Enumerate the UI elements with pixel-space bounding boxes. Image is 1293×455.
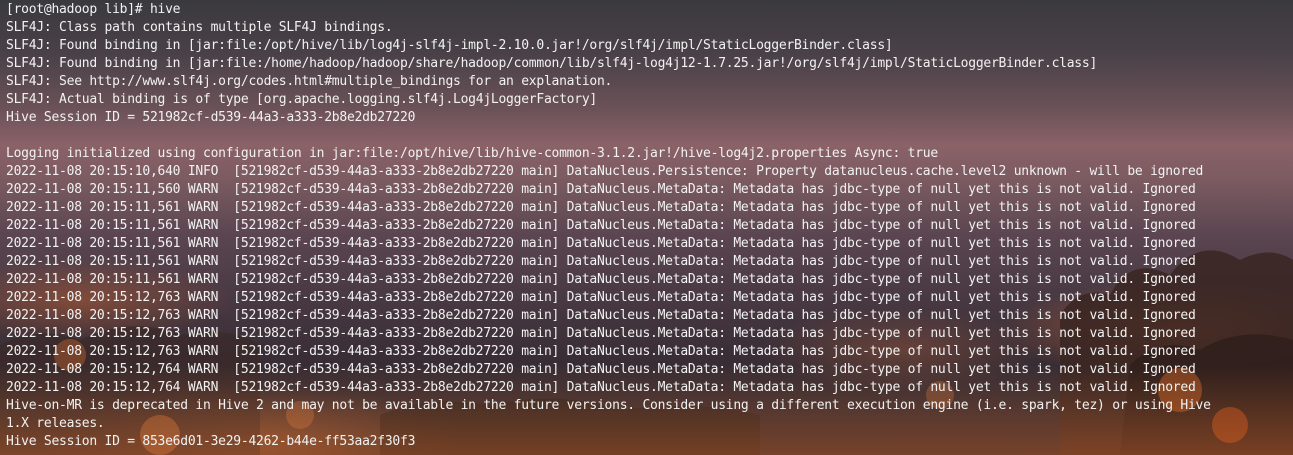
log-line-warn: 2022-11-08 20:15:11,560 WARN [521982cf-d… [6, 182, 1196, 197]
log-line-warn: 2022-11-08 20:15:12,763 WARN [521982cf-d… [6, 344, 1196, 359]
terminal-window[interactable]: [root@hadoop lib]# hive SLF4J: Class path… [0, 0, 1293, 455]
log-line-warn: 2022-11-08 20:15:11,561 WARN [521982cf-d… [6, 236, 1196, 251]
log-line-warn: 2022-11-08 20:15:11,561 WARN [521982cf-d… [6, 254, 1196, 269]
log-line-info: 2022-11-08 20:15:10,640 INFO [521982cf-d… [6, 164, 1204, 179]
terminal-line: SLF4J: Class path contains multiple SLF4… [6, 20, 393, 35]
terminal-line: Logging initialized using configuration … [6, 146, 938, 161]
terminal-line: Hive Session ID = 521982cf-d539-44a3-a33… [6, 110, 416, 125]
log-line-warn: 2022-11-08 20:15:12,763 WARN [521982cf-d… [6, 290, 1196, 305]
terminal-line: SLF4J: Found binding in [jar:file:/home/… [6, 56, 1098, 71]
log-line-warn: 2022-11-08 20:15:11,561 WARN [521982cf-d… [6, 272, 1196, 287]
log-line-warn: 2022-11-08 20:15:11,561 WARN [521982cf-d… [6, 200, 1196, 215]
log-line-warn: 2022-11-08 20:15:12,764 WARN [521982cf-d… [6, 380, 1196, 395]
log-line-warn: 2022-11-08 20:15:12,764 WARN [521982cf-d… [6, 362, 1196, 377]
terminal-line: SLF4J: Actual binding is of type [org.ap… [6, 92, 597, 107]
terminal-line: Hive-on-MR is deprecated in Hive 2 and m… [6, 398, 1211, 413]
log-line-warn: 2022-11-08 20:15:11,561 WARN [521982cf-d… [6, 218, 1196, 233]
terminal-line: SLF4J: Found binding in [jar:file:/opt/h… [6, 38, 893, 53]
log-line-warn: 2022-11-08 20:15:12,763 WARN [521982cf-d… [6, 326, 1196, 341]
terminal-line-prompt: [root@hadoop lib]# hive [6, 2, 181, 17]
terminal-line: SLF4J: See http://www.slf4j.org/codes.ht… [6, 74, 613, 89]
terminal-line: 1.X releases. [6, 416, 105, 431]
terminal-output[interactable]: [root@hadoop lib]# hive SLF4J: Class path… [6, 1, 1211, 451]
terminal-line: Hive Session ID = 853e6d01-3e29-4262-b44… [6, 434, 416, 449]
log-line-warn: 2022-11-08 20:15:12,763 WARN [521982cf-d… [6, 308, 1196, 323]
